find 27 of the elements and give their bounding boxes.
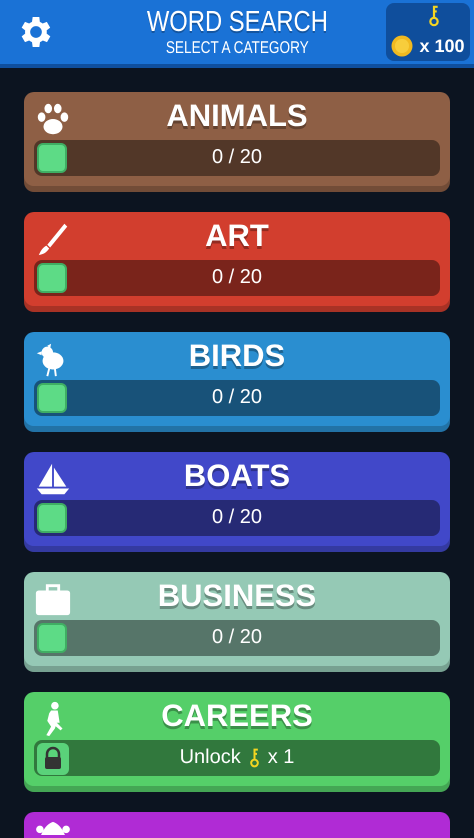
category-card[interactable]: CAREERS Unlock x 1	[24, 692, 450, 786]
category-title: ART	[205, 218, 269, 254]
category-title: ANIMALS	[166, 98, 308, 134]
key-cost: x 1	[268, 746, 294, 770]
app-title: WORD SEARCH	[146, 6, 328, 38]
category-card[interactable]: ART 0 / 20	[24, 212, 450, 306]
category-title: BUSINESS	[158, 578, 316, 614]
category-card[interactable]: ANIMALS 0 / 20	[24, 92, 450, 186]
jester-hat-icon	[34, 820, 72, 835]
category-card[interactable]: BOATS 0 / 20	[24, 452, 450, 546]
category-title: BOATS	[184, 458, 290, 494]
unlock-label: Unlock	[180, 746, 241, 770]
progress-count: 0 / 20	[212, 146, 262, 170]
coin-count: x 100	[419, 36, 465, 56]
category-title: CAREERS	[161, 698, 313, 734]
key-icon	[428, 5, 440, 27]
progress-count: 0 / 20	[212, 506, 262, 530]
progress-count: 0 / 20	[212, 626, 262, 650]
lock-icon	[37, 742, 69, 775]
coin-icon	[391, 35, 414, 57]
category-title: BIRDS	[188, 338, 286, 374]
progress-count: 0 / 20	[212, 386, 262, 410]
category-card[interactable]: BUSINESS 0 / 20	[24, 572, 450, 666]
category-card[interactable]: BIRDS 0 / 20	[24, 332, 450, 426]
key-icon	[248, 748, 260, 768]
app-subtitle: SELECT A CATEGORY	[166, 38, 308, 58]
progress-count: 0 / 20	[212, 266, 262, 290]
